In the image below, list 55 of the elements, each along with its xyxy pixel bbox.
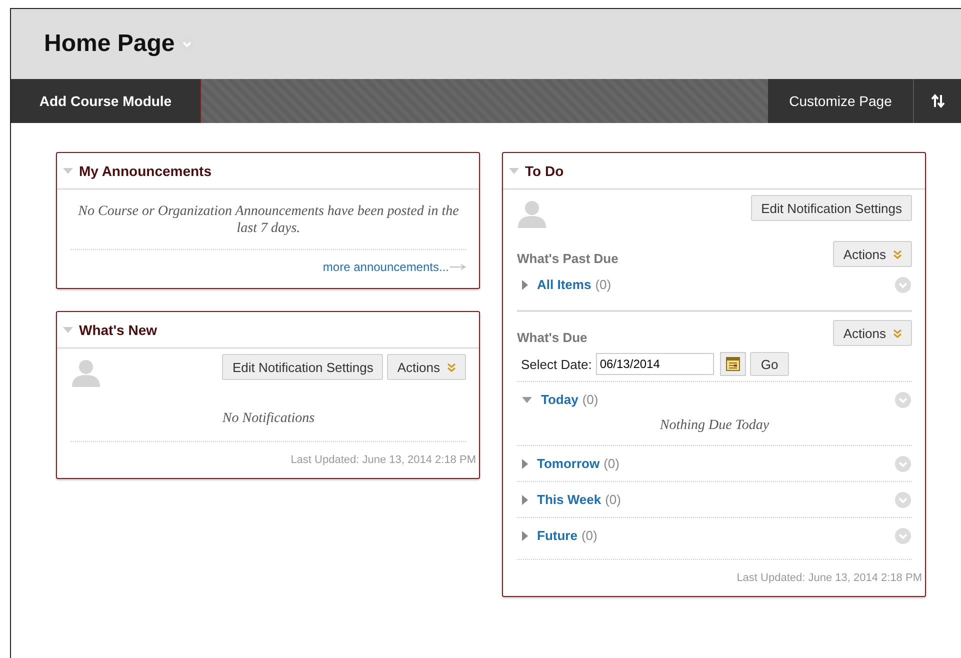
expand-toggle-icon[interactable] xyxy=(522,494,528,504)
actions-button[interactable]: Actions xyxy=(833,320,912,346)
section-heading: What's Past Due xyxy=(517,250,618,266)
actions-button[interactable]: Actions xyxy=(387,354,466,380)
group-link[interactable]: Tomorrow xyxy=(537,456,600,471)
item-count: (0) xyxy=(605,492,621,507)
module-title: What's New xyxy=(79,322,158,338)
module-title: My Announcements xyxy=(79,162,212,178)
expand-toggle-icon[interactable] xyxy=(63,326,73,332)
empty-message: No Notifications xyxy=(221,410,316,427)
expand-toggle-icon[interactable] xyxy=(522,458,528,468)
page-title: Home Page xyxy=(44,30,175,58)
options-menu-icon[interactable] xyxy=(895,456,911,472)
section-heading: What's Due xyxy=(517,329,588,345)
more-announcements-link[interactable]: more announcements... xyxy=(322,260,449,274)
expand-toggle-icon[interactable] xyxy=(522,530,528,540)
empty-message: No Course or Organization Announcements have been posted in the last 7 days. xyxy=(77,203,460,237)
module-title: To Do xyxy=(525,162,564,178)
group-link[interactable]: This Week xyxy=(537,492,602,507)
group-link[interactable]: Future xyxy=(537,528,578,543)
calendar-button[interactable] xyxy=(720,352,746,376)
actions-button[interactable]: Actions xyxy=(833,241,912,267)
double-chevron-icon xyxy=(893,250,902,258)
group-link[interactable]: Today xyxy=(541,392,578,407)
options-menu-icon[interactable] xyxy=(895,276,911,292)
arrow-icon xyxy=(450,264,466,270)
date-field[interactable]: 06/13/2014 xyxy=(596,353,714,375)
user-avatar-icon xyxy=(71,358,101,388)
calendar-icon xyxy=(726,357,740,371)
expand-toggle-icon[interactable] xyxy=(509,168,519,174)
field-label: Select Date: xyxy=(521,356,592,372)
add-course-module-button[interactable]: Add Course Module xyxy=(11,79,201,123)
up-down-arrows-icon xyxy=(930,94,944,108)
edit-notification-settings-button[interactable]: Edit Notification Settings xyxy=(751,195,912,221)
empty-message: Nothing Due Today xyxy=(658,417,770,434)
double-chevron-icon xyxy=(447,362,456,372)
options-menu-icon[interactable] xyxy=(895,492,911,508)
options-menu-icon[interactable] xyxy=(895,392,911,408)
reorder-button[interactable] xyxy=(913,79,961,123)
edit-notification-settings-button[interactable]: Edit Notification Settings xyxy=(222,354,384,380)
go-button[interactable]: Go xyxy=(750,352,790,376)
expand-toggle-icon[interactable] xyxy=(522,280,528,290)
expand-toggle-icon[interactable] xyxy=(63,168,73,174)
user-avatar-icon xyxy=(517,199,547,229)
last-updated-text: Last Updated: June 13, 2014 2:18 PM xyxy=(290,453,476,468)
double-chevron-icon xyxy=(893,328,902,338)
item-count: (0) xyxy=(595,277,612,292)
group-link[interactable]: All Items xyxy=(537,277,592,292)
last-updated-text: Last Updated: June 13, 2014 2:18 PM xyxy=(736,571,922,586)
customize-page-button[interactable]: Customize Page xyxy=(768,79,913,123)
options-menu-icon[interactable] xyxy=(895,528,911,544)
item-count: (0) xyxy=(581,528,598,543)
item-count: (0) xyxy=(604,456,620,471)
expand-toggle-icon[interactable] xyxy=(522,396,532,402)
item-count: (0) xyxy=(582,392,598,407)
